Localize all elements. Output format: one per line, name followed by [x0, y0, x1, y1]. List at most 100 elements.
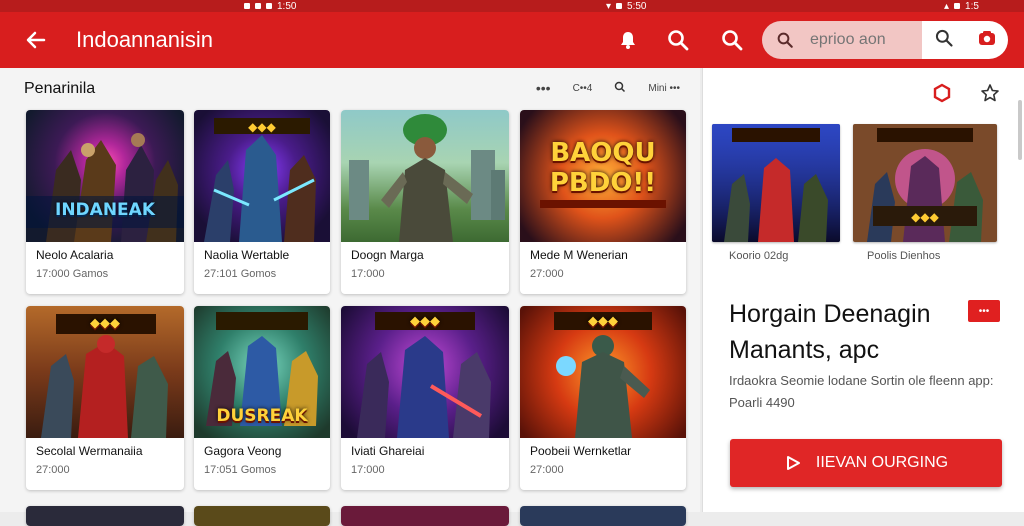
detail-panel: ◆◆◆ Koorio 02dg Poolis Dienhos Horgain D…: [702, 68, 1024, 512]
screenshot-artwork: ◆◆◆: [853, 124, 997, 242]
play-icon: [786, 456, 800, 470]
notification-icon: [616, 3, 623, 9]
card-meta: 27:000: [36, 464, 70, 476]
search-icon[interactable]: [614, 81, 626, 96]
game-artwork: DUSREAK: [194, 306, 330, 438]
wifi-icon: ▾: [606, 0, 612, 12]
notification-icon: [244, 3, 250, 9]
signal-icon: ▴: [944, 0, 950, 12]
rating-badge: •••: [968, 300, 1000, 322]
game-card[interactable]: ◆◆◆ Secolal Wermanaiia 27:000: [26, 306, 184, 490]
card-title: Mede M Wenerian: [530, 248, 628, 262]
view-toggle[interactable]: Mini •••: [648, 83, 680, 94]
game-artwork: ◆◆◆: [341, 306, 509, 438]
svg-text:◆◆◆: ◆◆◆: [248, 120, 276, 134]
search-actions: [922, 21, 1008, 59]
card-title: Secolal Wermanaiia: [36, 444, 143, 458]
badge-icon: [933, 83, 951, 103]
notification-icon: [255, 3, 261, 9]
card-meta: 17:000: [351, 268, 385, 280]
filter-icon[interactable]: C••4: [573, 83, 593, 94]
app-bar: Indoannanisin: [0, 12, 1024, 68]
game-artwork: [520, 506, 686, 526]
artwork-caption: ◆◆◆: [588, 314, 618, 329]
bell-button[interactable]: [614, 26, 642, 54]
game-artwork: INDANEAK: [26, 110, 184, 242]
game-card[interactable]: INDANEAK Neolo Acalaria 17:000 Gamos: [26, 110, 184, 294]
favorite-button[interactable]: [979, 82, 1001, 104]
heroes-illustration: [26, 133, 184, 242]
card-meta: 27:000: [530, 464, 564, 476]
card-title: Naolia Wertable: [204, 248, 290, 262]
card-title: Neolo Acalaria: [36, 248, 114, 262]
game-artwork: ◆◆◆: [520, 306, 686, 438]
share-button[interactable]: [931, 82, 953, 104]
game-card[interactable]: ◆◆◆ Poobeii Wernketlar 27:000: [520, 306, 686, 490]
card-title: Doogn Marga: [351, 248, 424, 262]
arrow-left-icon: [26, 31, 46, 49]
game-grid-panel: Penarinila ••• C••4 Mini ••• INDANEAK Ne…: [0, 68, 700, 526]
search-input[interactable]: [810, 31, 910, 49]
game-artwork: BAOQU PBDO!!: [520, 110, 686, 242]
app-detail-description: Irdaokra Seomie lodane Sortin ole fleenn…: [729, 373, 994, 410]
more-icon[interactable]: •••: [536, 80, 551, 96]
game-card[interactable]: Doogn Marga 17:000: [341, 110, 509, 294]
game-artwork: [341, 110, 509, 242]
screenshot-label: Koorio 02dg: [729, 250, 789, 262]
card-meta: 17:051 Gomos: [204, 464, 277, 476]
section-toolbar: ••• C••4 Mini •••: [536, 80, 680, 96]
bell-icon: [621, 32, 635, 49]
heroes-illustration: ◆◆◆: [204, 118, 316, 242]
search-icon: [668, 30, 689, 51]
status-left: 1:50: [244, 0, 296, 12]
status-center: ▾ 5:50: [606, 0, 647, 12]
install-button-label: IIEVAN OURGING: [815, 454, 949, 471]
search-icon: [935, 29, 953, 47]
game-card[interactable]: ◆◆◆ Iviati Ghareiai 17:000: [341, 306, 509, 490]
screenshot-thumbnail[interactable]: ◆◆◆: [853, 124, 997, 242]
artwork-caption: BAOQU PBDO!!: [549, 138, 657, 198]
game-artwork: ◆◆◆: [194, 110, 330, 242]
app-title: Indoannanisin: [76, 27, 214, 52]
star-icon: [981, 84, 999, 102]
game-artwork: [26, 506, 184, 526]
game-artwork: [194, 506, 330, 526]
artwork-caption: ◆◆◆: [90, 316, 120, 331]
game-card[interactable]: [26, 506, 184, 526]
screenshot-thumbnail[interactable]: [712, 124, 840, 242]
search-icon: [722, 30, 743, 51]
status-bar: 1:50 ▾ 5:50 ▴ 1:5: [0, 0, 1024, 12]
camera-icon: [978, 30, 995, 45]
search-icon: [777, 32, 793, 48]
card-meta: 27:000: [530, 268, 564, 280]
svg-text:◆◆◆: ◆◆◆: [911, 210, 939, 224]
hero-illustration: [349, 114, 505, 242]
battery-icon: [954, 3, 961, 9]
card-title: Gagora Veong: [204, 444, 282, 458]
screenshot-artwork: [712, 124, 840, 242]
back-button[interactable]: [22, 26, 50, 54]
camera-button[interactable]: [977, 28, 997, 53]
artwork-banner: [540, 200, 666, 208]
game-card[interactable]: [341, 506, 509, 526]
install-button[interactable]: IIEVAN OURGING: [730, 439, 1002, 487]
game-card[interactable]: DUSREAK Gagora Veong 17:051 Gomos: [194, 306, 330, 490]
card-meta: 17:000: [351, 464, 385, 476]
game-card[interactable]: [520, 506, 686, 526]
artwork-caption: ◆◆◆: [410, 314, 440, 329]
search-submit-button[interactable]: [934, 28, 954, 53]
artwork-caption: INDANEAK: [55, 200, 155, 220]
card-title: Poobeii Wernketlar: [530, 444, 632, 458]
search-button[interactable]: [664, 26, 692, 54]
game-card[interactable]: ◆◆◆ Naolia Wertable 27:101 Gomos: [194, 110, 330, 294]
card-title: Iviati Ghareiai: [351, 444, 425, 458]
search-field[interactable]: [762, 21, 922, 59]
notification-icon: [266, 3, 272, 9]
game-card[interactable]: BAOQU PBDO!! Mede M Wenerian 27:000: [520, 110, 686, 294]
section-title: Penarinila: [24, 80, 96, 97]
app-detail-title: Horgain Deenagin Manants, apc: [729, 300, 931, 364]
search-button[interactable]: [718, 26, 746, 54]
scrollbar-thumb[interactable]: [1018, 100, 1022, 160]
game-card[interactable]: [194, 506, 330, 526]
game-artwork: [341, 506, 509, 526]
